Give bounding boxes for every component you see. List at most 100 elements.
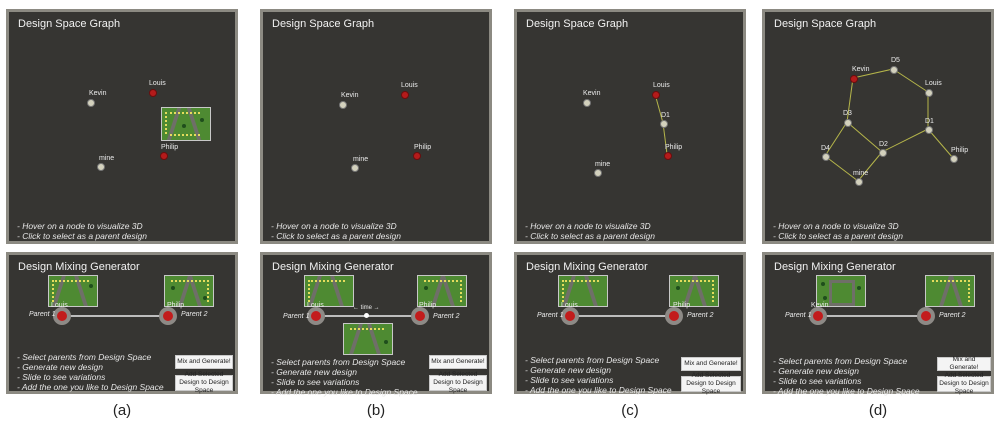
mixer-hint-generate: - Generate new design xyxy=(525,365,611,375)
node-louis[interactable] xyxy=(401,91,409,99)
node-kevin[interactable] xyxy=(339,101,347,109)
mixer-hint-select: - Select parents from Design Space xyxy=(271,357,406,367)
node-philip[interactable] xyxy=(664,152,672,160)
design-space-graph-panel[interactable]: Design Space Graph Kevin Louis D1 mine P… xyxy=(514,9,746,244)
variation-slider-track[interactable] xyxy=(321,315,421,317)
parent1-label: Parent 1 xyxy=(785,312,812,319)
graph-title: Design Space Graph xyxy=(774,18,877,30)
node-label-kevin: Kevin xyxy=(583,90,601,97)
graph-hint-hover: - Hover on a node to visualize 3D xyxy=(17,221,143,231)
mixer-hint-generate: - Generate new design xyxy=(271,367,357,377)
parent1-label: Parent 1 xyxy=(283,313,310,320)
parent1-knob[interactable] xyxy=(809,307,827,325)
parent2-name: Philip xyxy=(419,302,437,309)
mix-and-generate-button[interactable]: Mix and Generate! xyxy=(681,357,741,371)
edge-d5-louis xyxy=(892,68,929,93)
node-d1[interactable] xyxy=(925,126,933,134)
design-mixing-generator-panel: Design Mixing Generator Kevin Parent 1 P… xyxy=(762,252,994,396)
graph-edges xyxy=(654,93,668,155)
node-mine[interactable] xyxy=(855,178,863,186)
node-louis[interactable] xyxy=(652,91,660,99)
parent1-name: Kevin xyxy=(811,302,829,309)
node-label-d4: D4 xyxy=(821,145,830,152)
add-selected-design-button[interactable]: Add Selected Design to Design Space xyxy=(937,372,991,395)
node-d1[interactable] xyxy=(660,120,668,128)
node-louis[interactable] xyxy=(149,89,157,97)
parent2-knob[interactable] xyxy=(411,307,429,325)
mixer-hint-slide: - Slide to see variations xyxy=(773,376,862,386)
variation-slider-track[interactable] xyxy=(823,315,927,317)
mixer-hint-slide: - Slide to see variations xyxy=(525,375,614,385)
node-mine[interactable] xyxy=(594,169,602,177)
node-d2[interactable] xyxy=(879,149,887,157)
parent1-label: Parent 1 xyxy=(29,311,56,318)
graph-title: Design Space Graph xyxy=(18,18,121,30)
parent1-label: Parent 1 xyxy=(537,312,564,319)
mixer-title: Design Mixing Generator xyxy=(272,261,394,273)
design-space-graph-panel[interactable]: Design Space Graph Kevin Louis mine Phil… xyxy=(260,9,492,244)
node-louis[interactable] xyxy=(925,89,933,97)
node-label-mine: mine xyxy=(853,170,869,177)
graph-edges xyxy=(824,68,954,182)
node-philip[interactable] xyxy=(160,152,168,160)
node-label-kevin: Kevin xyxy=(341,92,359,99)
node-mine[interactable] xyxy=(97,163,105,171)
mix-and-generate-button[interactable]: Mix and Generate! xyxy=(429,355,487,369)
parent1-name: Louis xyxy=(561,302,578,309)
node-mine[interactable] xyxy=(351,164,359,172)
parent2-knob[interactable] xyxy=(159,307,177,325)
mixer-hint-slide: - Slide to see variations xyxy=(17,372,106,382)
node-philip[interactable] xyxy=(413,152,421,160)
parent2-label: Parent 2 xyxy=(687,312,714,319)
node-philip[interactable] xyxy=(950,155,958,163)
node-d3[interactable] xyxy=(844,119,852,127)
node-label-d1: D1 xyxy=(925,118,934,125)
mixer-hint-add: - Add the one you like to Design Space xyxy=(271,387,418,397)
caption-c: (c) xyxy=(621,402,639,419)
node-label-louis: Louis xyxy=(401,82,418,89)
mix-and-generate-button[interactable]: Mix and Generate! xyxy=(175,355,233,369)
variation-slider-track[interactable] xyxy=(573,315,675,317)
node-d5[interactable] xyxy=(890,66,898,74)
design-mixing-generator-panel: Design Mixing Generator Louis Philip Par… xyxy=(514,252,746,395)
design-mixing-generator-panel: Design Mixing Generator ← time → Louis P… xyxy=(260,252,492,397)
variation-slider-handle[interactable] xyxy=(364,313,369,318)
node-label-louis: Louis xyxy=(653,82,670,89)
edge-d4-mine xyxy=(824,155,859,182)
node-label-mine: mine xyxy=(353,156,369,163)
parent2-thumbnail xyxy=(925,275,975,307)
parent1-name: Louis xyxy=(307,302,324,309)
mixer-title: Design Mixing Generator xyxy=(526,261,648,273)
parent2-knob[interactable] xyxy=(665,307,683,325)
mixer-hint-generate: - Generate new design xyxy=(773,366,859,376)
mixer-hint-select: - Select parents from Design Space xyxy=(773,356,908,366)
generated-variation-thumbnail xyxy=(343,323,393,355)
graph-hint-click: - Click to select as a parent design xyxy=(525,231,655,241)
graph-hint-click: - Click to select as a parent design xyxy=(17,231,147,241)
variation-slider-track[interactable] xyxy=(65,315,169,317)
add-selected-design-button[interactable]: Add Selected Design to Design Space xyxy=(429,371,487,394)
design-mixing-generator-panel: Design Mixing Generator Louis Philip Par… xyxy=(6,252,238,394)
design-space-graph-panel[interactable]: Design Space Graph Kevin Louis mine Phil… xyxy=(6,9,238,244)
add-selected-design-button[interactable]: Add Selected Design to Design Space xyxy=(681,372,741,395)
parent1-knob[interactable] xyxy=(53,307,71,325)
mix-and-generate-button[interactable]: Mix and Generate! xyxy=(937,356,991,371)
node-kevin[interactable] xyxy=(583,99,591,107)
parent1-name: Louis xyxy=(51,302,68,309)
node-kevin[interactable] xyxy=(87,99,95,107)
figure-column-a: Design Space Graph Kevin Louis mine Phil… xyxy=(6,0,238,425)
node-d4[interactable] xyxy=(822,153,830,161)
graph-hint-hover: - Hover on a node to visualize 3D xyxy=(271,221,397,231)
node-kevin[interactable] xyxy=(850,75,858,83)
parent1-knob[interactable] xyxy=(561,307,579,325)
node-label-mine: mine xyxy=(595,161,611,168)
node-label-louis: Louis xyxy=(149,80,166,87)
parent2-knob[interactable] xyxy=(917,307,935,325)
figure-column-c: Design Space Graph Kevin Louis D1 mine P… xyxy=(514,0,746,425)
edge-d1-philip xyxy=(927,128,954,159)
parent1-knob[interactable] xyxy=(307,307,325,325)
node-label-d1: D1 xyxy=(661,112,670,119)
add-selected-design-button[interactable]: Add Selected Design to Design Space xyxy=(175,371,233,394)
node-label-kevin: Kevin xyxy=(89,90,107,97)
design-space-graph-panel[interactable]: Design Space Graph Kevin D5 Louis D3 D1 … xyxy=(762,9,994,244)
